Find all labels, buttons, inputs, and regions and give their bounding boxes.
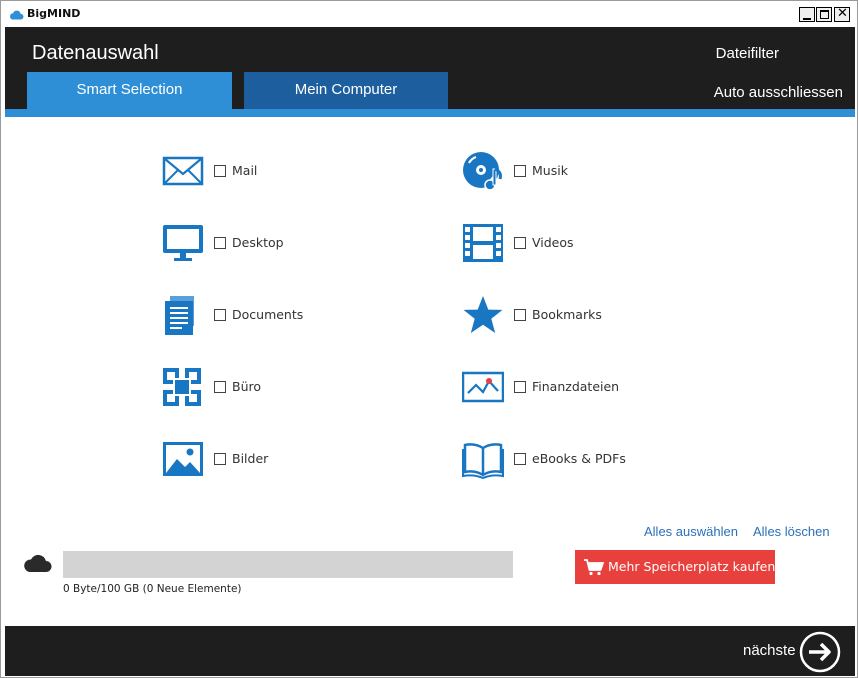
bilder-checkbox[interactable] (214, 453, 226, 465)
auto-exclude-link[interactable]: Auto ausschliessen (714, 84, 843, 101)
office-icon (163, 368, 201, 406)
documents-icon (165, 296, 194, 335)
cloud-storage-icon (24, 554, 52, 572)
page-title: Datenauswahl (32, 42, 159, 64)
documents-checkbox[interactable] (214, 309, 226, 321)
category-musik[interactable]: Musik (462, 151, 642, 191)
category-desktop[interactable]: Desktop (162, 223, 322, 263)
ebooks-checkbox[interactable] (514, 453, 526, 465)
header: Datenauswahl Dateifilter Auto ausschlies… (5, 27, 855, 109)
buy-storage-label: Mehr Speicherplatz kaufen (608, 559, 776, 574)
app-window: BigMIND ✕ Datenauswahl Dateifilter Auto … (0, 0, 858, 678)
music-disc-icon (463, 152, 502, 191)
film-icon (463, 224, 503, 262)
maximize-icon (820, 10, 829, 19)
cloud-logo-icon (10, 10, 24, 20)
picture-icon (163, 442, 203, 476)
category-bookmarks[interactable]: Bookmarks (462, 295, 642, 335)
category-label: Bookmarks (532, 307, 602, 322)
next-label[interactable]: nächste (743, 642, 796, 659)
minimize-button[interactable] (799, 7, 815, 22)
title-bar[interactable]: BigMIND ✕ (1, 1, 857, 27)
category-label: eBooks & PDFs (532, 451, 626, 466)
videos-checkbox[interactable] (514, 237, 526, 249)
clear-all-link[interactable]: Alles löschen (753, 524, 830, 539)
tab-smart-selection[interactable]: Smart Selection (27, 72, 232, 109)
category-label: Büro (232, 379, 262, 394)
tab-mein-computer[interactable]: Mein Computer (244, 72, 448, 109)
bookmarks-checkbox[interactable] (514, 309, 526, 321)
star-icon (463, 296, 503, 333)
chart-line-icon (462, 371, 504, 403)
footer: nächste (5, 626, 855, 676)
minimize-icon (803, 18, 811, 20)
finanzdateien-checkbox[interactable] (514, 381, 526, 393)
category-finanzdateien[interactable]: Finanzdateien (462, 367, 642, 407)
category-label: Videos (532, 235, 574, 250)
maximize-button[interactable] (816, 7, 832, 22)
open-book-icon (462, 443, 504, 479)
category-bilder[interactable]: Bilder (162, 439, 322, 479)
next-arrow-icon[interactable] (799, 631, 841, 673)
storage-usage-text: 0 Byte/100 GB (0 Neue Elemente) (63, 583, 242, 595)
musik-checkbox[interactable] (514, 165, 526, 177)
mail-checkbox[interactable] (214, 165, 226, 177)
category-videos[interactable]: Videos (462, 223, 642, 263)
window-title: BigMIND (27, 7, 81, 20)
category-label: Mail (232, 163, 258, 178)
monitor-icon (163, 225, 203, 261)
buero-checkbox[interactable] (214, 381, 226, 393)
tab-underline (5, 109, 855, 117)
category-label: Finanzdateien (532, 379, 620, 394)
desktop-checkbox[interactable] (214, 237, 226, 249)
storage-progress-bar (63, 551, 513, 578)
close-icon: ✕ (837, 6, 848, 21)
category-mail[interactable]: Mail (162, 151, 322, 191)
buy-storage-button[interactable]: Mehr Speicherplatz kaufen (575, 550, 775, 584)
close-button[interactable]: ✕ (834, 6, 850, 22)
category-label: Desktop (232, 235, 284, 250)
category-ebooks[interactable]: eBooks & PDFs (462, 439, 642, 479)
envelope-icon (162, 156, 204, 186)
shopping-cart-icon (584, 559, 605, 576)
select-all-link[interactable]: Alles auswählen (644, 524, 738, 539)
category-label: Documents (232, 307, 304, 322)
category-label: Bilder (232, 451, 269, 466)
file-filter-link[interactable]: Dateifilter (716, 45, 779, 62)
category-label: Musik (532, 163, 568, 178)
category-documents[interactable]: Documents (162, 295, 322, 335)
category-buero[interactable]: Büro (162, 367, 322, 407)
